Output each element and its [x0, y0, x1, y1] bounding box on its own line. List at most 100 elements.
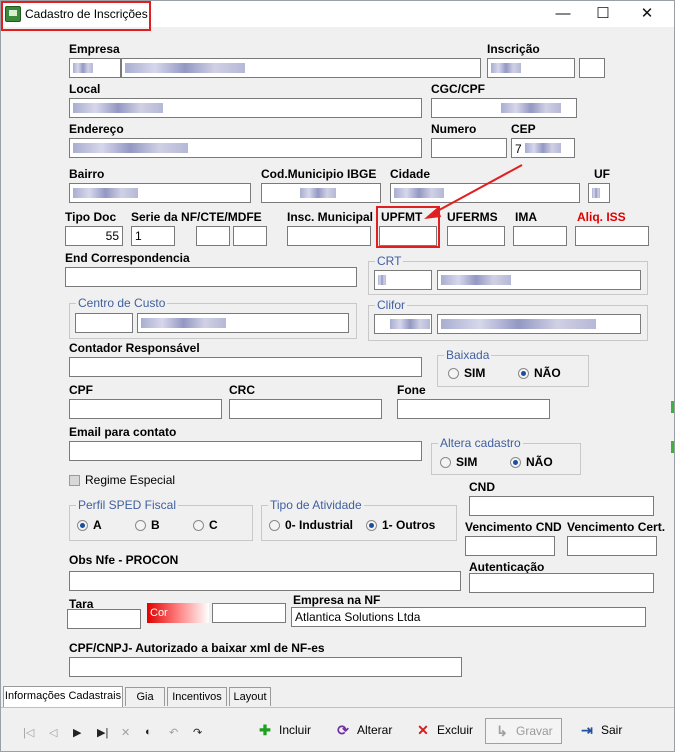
altera-sim-radio[interactable]: SIM: [440, 455, 477, 469]
tara-field[interactable]: [67, 609, 141, 629]
crt-group-title: CRT: [375, 254, 404, 268]
atividade-outros-radio[interactable]: 1- Outros: [366, 518, 435, 532]
local-label: Local: [69, 82, 101, 96]
radio-label: SIM: [456, 455, 478, 469]
last-record-icon[interactable]: ▶|: [97, 726, 108, 739]
cor-color-swatch[interactable]: Cor: [147, 603, 209, 623]
radio-indicator: [269, 519, 280, 531]
tab-gia[interactable]: Gia: [125, 687, 165, 706]
crt-desc-field[interactable]: [437, 270, 641, 290]
venc-cnd-field[interactable]: [465, 536, 555, 556]
centro-custo-code-field[interactable]: [75, 313, 133, 333]
gravar-button[interactable]: ↳ Gravar: [485, 718, 562, 744]
incluir-button[interactable]: ✚ Incluir: [257, 718, 311, 742]
next-record-icon[interactable]: ▶: [73, 726, 81, 739]
radio-label: SIM: [464, 366, 486, 380]
obs-label: Obs Nfe - PROCON: [69, 553, 179, 567]
crc-field[interactable]: [229, 399, 382, 419]
cnd-field[interactable]: [469, 496, 654, 516]
clifor-desc-field[interactable]: [437, 314, 641, 334]
cpf-cnpj-field[interactable]: [69, 657, 462, 677]
radio-indicator: [448, 367, 459, 379]
close-button[interactable]: ✕: [625, 1, 669, 27]
contador-label: Contador Responsável: [69, 341, 200, 355]
fone-label: Fone: [397, 383, 426, 397]
uferms-field[interactable]: [447, 226, 505, 246]
cor-field[interactable]: [212, 603, 286, 623]
venc-cert-field[interactable]: [567, 536, 657, 556]
radio-label: NÃO: [534, 366, 561, 380]
altera-nao-radio[interactable]: NÃO: [510, 455, 553, 469]
regime-especial-checkbox[interactable]: [69, 475, 80, 486]
inscricao-field[interactable]: [487, 58, 575, 78]
aliq-iss-field[interactable]: [575, 226, 649, 246]
prev-record-icon[interactable]: ◁: [49, 726, 57, 739]
fone-field[interactable]: [397, 399, 550, 419]
toolbar: |◁ ◁ ▶ ▶| ✕ ◐ ↶ ↷ ✚ Incluir ⟳ Alterar ✕ …: [1, 707, 674, 751]
cpf-field[interactable]: [69, 399, 222, 419]
venc-cnd-label: Vencimento CND: [465, 520, 562, 534]
empresa-nf-label: Empresa na NF: [293, 593, 381, 607]
clifor-code-field[interactable]: [374, 314, 432, 334]
regime-especial-label: Regime Especial: [85, 473, 176, 487]
tab-incentivos[interactable]: Incentivos: [167, 687, 227, 706]
cep-field[interactable]: 7: [511, 138, 575, 158]
baixada-sim-radio[interactable]: SIM: [448, 366, 485, 380]
atividade-industrial-radio[interactable]: 0- Industrial: [269, 518, 353, 532]
alterar-label: Alterar: [357, 723, 393, 737]
maximize-button[interactable]: ☐: [581, 1, 625, 27]
serie-mdfe-field[interactable]: [233, 226, 267, 246]
autenticacao-field[interactable]: [469, 573, 654, 593]
tab-layout[interactable]: Layout: [229, 687, 271, 706]
cep-value: 7: [515, 142, 522, 156]
email-field[interactable]: [69, 441, 422, 461]
serie-field[interactable]: 1: [131, 226, 175, 246]
redo-icon[interactable]: ↷: [193, 726, 202, 739]
empresa-nf-field[interactable]: Atlantica Solutions Ltda: [291, 607, 646, 627]
contador-field[interactable]: [69, 357, 422, 377]
minimize-button[interactable]: —: [541, 1, 585, 27]
venc-cert-label: Vencimento Cert.: [567, 520, 666, 534]
cgc-label: CGC/CPF: [431, 82, 485, 96]
uf-field[interactable]: [588, 183, 610, 203]
numero-field[interactable]: [431, 138, 507, 158]
radio-indicator: [193, 519, 204, 531]
local-field[interactable]: [69, 98, 422, 118]
insc-municipal-field[interactable]: [287, 226, 371, 246]
obs-field[interactable]: [69, 571, 461, 591]
radio-label: B: [151, 518, 160, 532]
alterar-button[interactable]: ⟳ Alterar: [335, 718, 392, 742]
inscricao-digit-field[interactable]: [579, 58, 605, 78]
cgc-field[interactable]: [431, 98, 577, 118]
excluir-button[interactable]: ✕ Excluir: [415, 718, 473, 742]
perfil-a-radio[interactable]: A: [77, 518, 102, 532]
edit-icon: ⟳: [337, 721, 349, 738]
undo-icon[interactable]: ↶: [169, 726, 178, 739]
cancel-icon[interactable]: ✕: [121, 726, 130, 739]
tab-informacoes-cadastrais[interactable]: Informações Cadastrais: [3, 686, 123, 707]
excluir-label: Excluir: [437, 723, 474, 737]
clifor-title: Clifor: [375, 298, 408, 312]
empresa-code-field[interactable]: [69, 58, 121, 78]
crt-code-field[interactable]: [374, 270, 432, 290]
side-indicator: [671, 401, 674, 413]
ima-field[interactable]: [513, 226, 567, 246]
bairro-field[interactable]: [69, 183, 251, 203]
centro-custo-desc-field[interactable]: [137, 313, 349, 333]
empresa-name-field[interactable]: [121, 58, 481, 78]
end-corresp-field[interactable]: [65, 267, 357, 287]
tipo-doc-field[interactable]: 55: [65, 226, 123, 246]
empresa-label: Empresa: [69, 42, 120, 56]
perfil-c-radio[interactable]: C: [193, 518, 218, 532]
radio-label: 1- Outros: [382, 518, 436, 532]
serie-cte-field[interactable]: [196, 226, 230, 246]
baixada-nao-radio[interactable]: NÃO: [518, 366, 561, 380]
endereco-field[interactable]: [69, 138, 422, 158]
numero-label: Numero: [431, 122, 477, 136]
cod-municipio-field[interactable]: [261, 183, 381, 203]
sair-button[interactable]: ⇥ Sair: [579, 718, 622, 742]
add-icon: ✚: [259, 721, 271, 738]
first-record-icon[interactable]: |◁: [23, 726, 34, 739]
refresh-icon[interactable]: ◐: [145, 726, 152, 738]
perfil-b-radio[interactable]: B: [135, 518, 160, 532]
